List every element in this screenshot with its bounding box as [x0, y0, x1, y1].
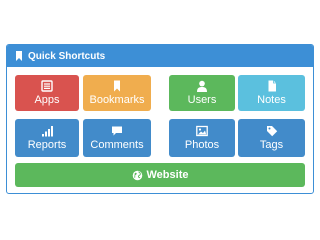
- website-button[interactable]: Website: [15, 163, 305, 187]
- photos-button[interactable]: Photos: [169, 119, 235, 157]
- bookmarks-label: Bookmarks: [89, 94, 145, 106]
- panel-title: Quick Shortcuts: [28, 50, 106, 62]
- bookmarks-button[interactable]: Bookmarks: [83, 75, 151, 111]
- apps-label: Apps: [34, 94, 60, 106]
- comment-icon: [112, 126, 122, 136]
- users-label: Users: [187, 94, 217, 106]
- comments-label: Comments: [90, 139, 144, 151]
- notes-label: Notes: [257, 94, 286, 106]
- globe-icon: [132, 170, 142, 180]
- photos-label: Photos: [184, 139, 220, 151]
- tags-button[interactable]: Tags: [238, 119, 305, 157]
- users-button[interactable]: Users: [169, 75, 235, 111]
- reports-button[interactable]: Reports: [15, 119, 79, 157]
- picture-icon: [196, 125, 208, 137]
- website-label: Website: [146, 169, 189, 181]
- notes-button[interactable]: Notes: [238, 75, 305, 111]
- file-icon: [268, 80, 276, 92]
- bookmark-icon: [16, 51, 22, 61]
- tag-icon: [266, 126, 277, 137]
- signal-icon: [42, 126, 53, 137]
- quick-shortcuts-panel: Quick Shortcuts Apps Bookmarks Users Not…: [6, 44, 314, 194]
- list-icon: [41, 80, 53, 92]
- bookmark-icon: [114, 80, 120, 92]
- comments-button[interactable]: Comments: [83, 119, 151, 157]
- apps-button[interactable]: Apps: [15, 75, 79, 111]
- reports-label: Reports: [27, 139, 67, 151]
- panel-header: Quick Shortcuts: [7, 45, 313, 67]
- tags-label: Tags: [259, 139, 284, 151]
- user-icon: [197, 80, 207, 92]
